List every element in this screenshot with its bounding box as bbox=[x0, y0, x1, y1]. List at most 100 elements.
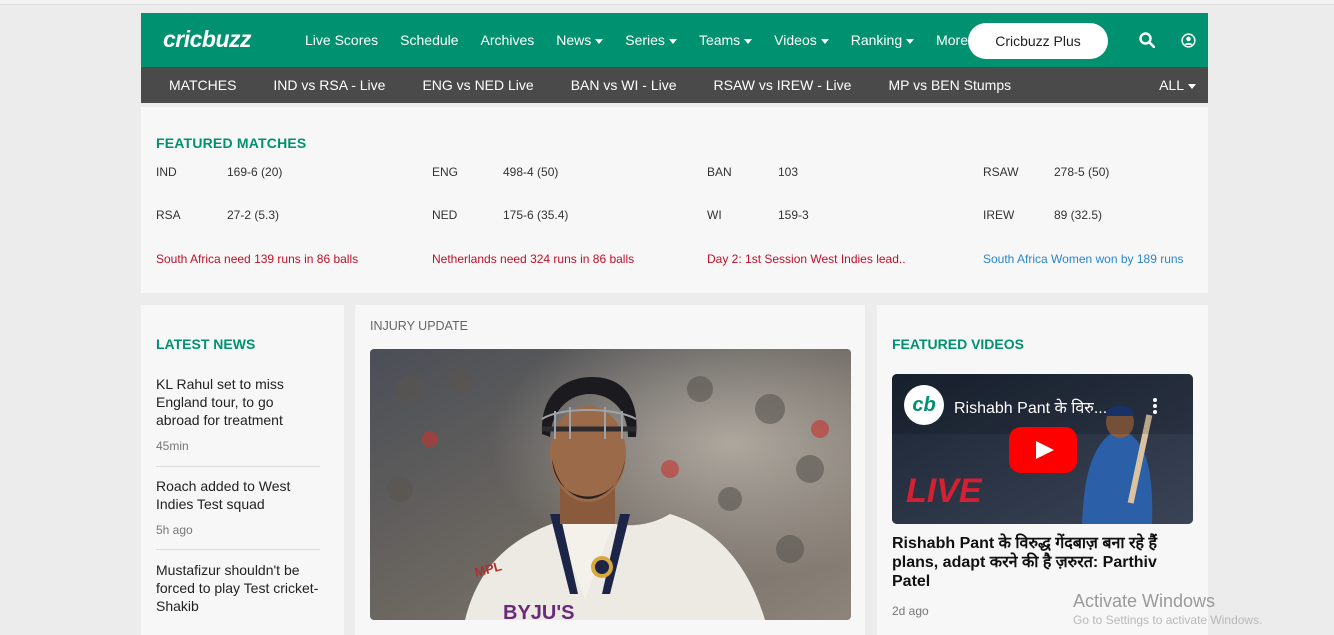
featured-videos-card: FEATURED VIDEOS LIVE cb Rishabh Pant के … bbox=[877, 305, 1208, 635]
team-score-row: NED 175-6 (35.4) bbox=[432, 208, 568, 222]
team-score-row: RSAW 278-5 (50) bbox=[983, 165, 1109, 179]
nav-label: Schedule bbox=[400, 32, 459, 48]
subnav-matches[interactable]: MATCHES bbox=[169, 77, 236, 93]
featured-match[interactable]: RSAW 278-5 (50) IREW 89 (32.5) South Africa … bbox=[983, 165, 1243, 275]
featured-match[interactable]: IND 169-6 (20) RSA 27-2 (5.3) South Africa n… bbox=[156, 165, 416, 275]
injury-update-label: INJURY UPDATE bbox=[370, 319, 468, 333]
team-score: 89 (32.5) bbox=[1054, 208, 1103, 222]
match-status: Netherlands need 324 runs in 86 balls bbox=[432, 252, 635, 266]
team-score: 175-6 (35.4) bbox=[503, 208, 569, 222]
nav-schedule[interactable]: Schedule bbox=[400, 32, 458, 48]
team-score: 159-3 bbox=[778, 208, 809, 222]
chevron-down-icon bbox=[595, 38, 604, 44]
subnav-match-link[interactable]: ENG vs NED Live bbox=[422, 77, 533, 93]
more-options-icon[interactable] bbox=[1152, 397, 1158, 415]
match-status: Day 2: 1st Session West Indies lead.. bbox=[707, 252, 906, 266]
team-score-row: IND 169-6 (20) bbox=[156, 165, 282, 179]
video-thumbnail[interactable]: LIVE cb Rishabh Pant के विरु... bbox=[892, 374, 1193, 524]
team-name: NED bbox=[432, 208, 458, 222]
team-score-row: RSA 27-2 (5.3) bbox=[156, 208, 279, 222]
video-title[interactable]: Rishabh Pant के विरुद्ध गेंदबाज़ बना रहे… bbox=[892, 534, 1192, 591]
nav-label: Live Scores bbox=[305, 32, 379, 48]
team-score: 498-4 (50) bbox=[503, 165, 559, 179]
all-label: ALL bbox=[1159, 77, 1184, 93]
kl-rahul-photo[interactable]: MPL BYJU'S bbox=[370, 349, 851, 620]
nav-label: More bbox=[936, 32, 969, 48]
news-headline: KL Rahul set to miss England tour, to go… bbox=[156, 376, 284, 428]
news-time: 45min bbox=[156, 439, 189, 453]
nav-ranking[interactable]: Ranking bbox=[850, 32, 915, 48]
cricbuzz-logo[interactable]: cricbuzz bbox=[163, 26, 252, 53]
match-subnav: MATCHES IND vs RSA - Live ENG vs NED Liv… bbox=[141, 67, 1208, 103]
news-item[interactable]: KL Rahul set to miss England tour, to go… bbox=[156, 375, 320, 467]
subnav-match-link[interactable]: BAN vs WI - Live bbox=[571, 77, 677, 93]
team-score: 27-2 (5.3) bbox=[227, 208, 280, 222]
team-score-row: IREW 89 (32.5) bbox=[983, 208, 1102, 222]
team-score-row: WI 159-3 bbox=[707, 208, 809, 222]
nav-label: Series bbox=[625, 32, 665, 48]
featured-matches-panel: FEATURED MATCHES IND 169-6 (20) RSA 27-2 (5… bbox=[141, 103, 1208, 293]
activate-windows-subtext: Go to Settings to activate Windows. bbox=[1073, 613, 1263, 627]
main-nav: Live Scores Schedule Archives News Series Tea… bbox=[305, 13, 1002, 67]
news-headline: Mustafizur shouldn't be forced to play T… bbox=[156, 562, 319, 614]
injury-update-card: INJURY UPDATE MPL BYJU'S bbox=[355, 305, 865, 635]
nav-label: Ranking bbox=[850, 32, 903, 48]
nav-label: Archives bbox=[480, 32, 535, 48]
nav-news[interactable]: News bbox=[556, 32, 604, 48]
team-name: WI bbox=[707, 208, 722, 222]
team-score: 278-5 (50) bbox=[1054, 165, 1110, 179]
main-header: cricbuzz Live Scores Schedule Archives News… bbox=[141, 13, 1208, 67]
team-score: 103 bbox=[778, 165, 799, 179]
latest-news-title: LATEST NEWS bbox=[156, 336, 256, 352]
featured-videos-title: FEATURED VIDEOS bbox=[892, 336, 1024, 352]
featured-match[interactable]: BAN 103 WI 159-3 Day 2: 1st Session West Ind… bbox=[707, 165, 967, 275]
nav-series[interactable]: Series bbox=[625, 32, 677, 48]
user-account-icon[interactable] bbox=[1181, 33, 1196, 48]
featured-match[interactable]: ENG 498-4 (50) NED 175-6 (35.4) Netherlands … bbox=[432, 165, 692, 275]
nav-archives[interactable]: Archives bbox=[481, 32, 535, 48]
activate-windows-watermark: Activate Windows bbox=[1073, 591, 1216, 611]
chevron-down-icon bbox=[1188, 83, 1196, 89]
nav-label: Videos bbox=[774, 32, 817, 48]
video-live-text: LIVE bbox=[906, 472, 983, 510]
nav-label: Teams bbox=[698, 32, 741, 48]
nav-live-scores[interactable]: Live Scores bbox=[305, 32, 378, 48]
team-name: RSAW bbox=[983, 165, 1019, 179]
team-name: BAN bbox=[707, 165, 732, 179]
match-status: South Africa Women won by 189 runs bbox=[983, 252, 1184, 266]
nav-teams[interactable]: Teams bbox=[698, 32, 753, 48]
latest-news-card: LATEST NEWS KL Rahul set to miss England… bbox=[141, 305, 344, 635]
subnav-match-link[interactable]: RSAW vs IREW - Live bbox=[714, 77, 852, 93]
chevron-down-icon bbox=[906, 38, 915, 44]
subnav-match-link[interactable]: IND vs RSA - Live bbox=[273, 77, 385, 93]
news-time: 5h ago bbox=[156, 523, 193, 537]
all-matches-dropdown[interactable]: ALL bbox=[1159, 77, 1196, 93]
browser-top-line bbox=[0, 0, 1334, 5]
cricbuzz-plus-button[interactable]: Cricbuzz Plus bbox=[968, 23, 1108, 59]
player-photo-illustration: MPL BYJU'S bbox=[370, 349, 851, 620]
chevron-down-icon bbox=[744, 38, 753, 44]
team-name: ENG bbox=[432, 165, 459, 179]
video-time: 2d ago bbox=[892, 604, 929, 618]
nav-label: News bbox=[556, 32, 592, 48]
jersey-sponsor-text: BYJU'S bbox=[503, 602, 574, 620]
team-score: 169-6 (20) bbox=[227, 165, 283, 179]
search-icon[interactable] bbox=[1139, 32, 1155, 48]
chevron-down-icon bbox=[668, 38, 677, 44]
featured-matches-title: FEATURED MATCHES bbox=[156, 135, 307, 151]
match-status: South Africa need 139 runs in 86 balls bbox=[156, 252, 359, 266]
subnav-match-link[interactable]: MP vs BEN Stumps bbox=[888, 77, 1011, 93]
team-name: IND bbox=[156, 165, 177, 179]
team-score-row: ENG 498-4 (50) bbox=[432, 165, 558, 179]
team-score-row: BAN 103 bbox=[707, 165, 798, 179]
cb-logo-text: cb bbox=[912, 393, 936, 416]
youtube-play-icon[interactable] bbox=[1009, 427, 1077, 473]
nav-videos[interactable]: Videos bbox=[774, 32, 829, 48]
chevron-down-icon bbox=[820, 38, 829, 44]
page-container: cricbuzz Live Scores Schedule Archives News… bbox=[141, 13, 1208, 293]
news-headline: Roach added to West Indies Test squad bbox=[156, 478, 291, 512]
video-overlay-title: Rishabh Pant के विरु... bbox=[954, 400, 1108, 417]
channel-avatar[interactable]: cb bbox=[904, 385, 944, 425]
news-item[interactable]: Roach added to West Indies Test squad 5h… bbox=[156, 477, 320, 550]
team-name: IREW bbox=[983, 208, 1015, 222]
